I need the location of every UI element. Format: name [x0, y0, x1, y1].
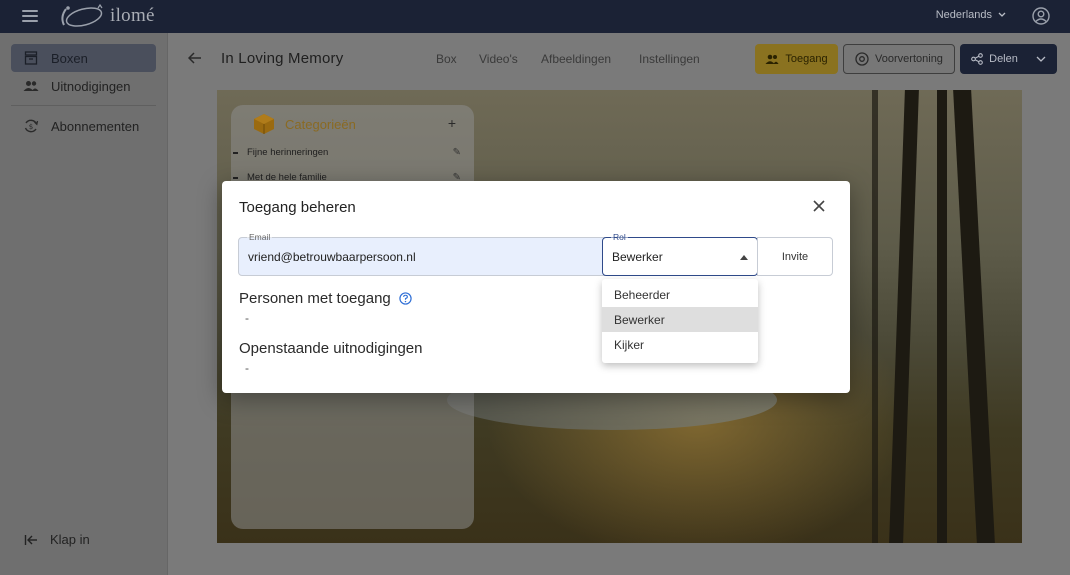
sidebar-item-abonnementen[interactable]: $ Abonnementen	[11, 112, 156, 140]
tab-instellingen[interactable]: Instellingen	[639, 52, 700, 66]
box-icon	[23, 50, 39, 66]
account-icon[interactable]	[1032, 7, 1050, 25]
caret-up-icon	[740, 255, 748, 260]
sidebar-item-boxen[interactable]: Boxen	[11, 44, 156, 72]
chevron-down-icon	[998, 12, 1006, 17]
share-button[interactable]: Delen	[960, 44, 1057, 74]
collapse-left-icon	[24, 534, 37, 545]
preview-button-label: Voorvertoning	[875, 53, 943, 65]
role-option-beheerder[interactable]: Beheerder	[602, 282, 758, 307]
role-label: Rol	[611, 232, 628, 242]
top-bar: ilomé Nederlands	[0, 0, 1070, 33]
email-value: vriend@betrouwbaarpersoon.nl	[248, 250, 416, 264]
page-header: In Loving Memory Box Video's Afbeeldinge…	[168, 33, 1070, 85]
role-value: Bewerker	[612, 250, 663, 264]
sidebar-divider	[11, 105, 156, 106]
role-select[interactable]: Rol Bewerker	[602, 232, 758, 276]
sidebar-item-label: Boxen	[51, 50, 88, 66]
categories-header: Categorieën	[253, 113, 356, 135]
back-arrow-icon[interactable]	[187, 51, 202, 69]
people-with-access-value: -	[245, 311, 249, 325]
people-with-access-title: Personen met toegang	[239, 290, 391, 307]
sidebar-item-label: Abonnementen	[51, 118, 140, 134]
categories-title: Categorieën	[285, 116, 356, 132]
box-3d-icon	[254, 114, 274, 134]
collapse-label: Klap in	[50, 532, 90, 547]
tree-trunk	[872, 90, 878, 543]
chevron-down-icon[interactable]	[1036, 56, 1046, 62]
page-title: In Loving Memory	[221, 50, 344, 67]
svg-text:$: $	[29, 123, 33, 131]
drag-handle-icon[interactable]	[233, 151, 238, 154]
email-label: Email	[247, 232, 273, 242]
logo-mark-icon	[61, 3, 103, 27]
tab-afbeeldingen[interactable]: Afbeeldingen	[541, 52, 611, 66]
invite-button[interactable]: Invite	[757, 237, 833, 276]
people-with-access-heading: Personen met toegang	[239, 290, 412, 307]
logo-text: ilomé	[110, 5, 155, 26]
subscription-icon: $	[23, 118, 39, 134]
tree-trunk	[937, 90, 947, 543]
language-label: Nederlands	[935, 9, 992, 21]
collapse-sidebar-button[interactable]: Klap in	[24, 532, 90, 547]
preview-button[interactable]: Voorvertoning	[843, 44, 955, 74]
hamburger-icon[interactable]	[22, 8, 38, 24]
tree-trunk	[889, 90, 919, 543]
tab-videos[interactable]: Video's	[479, 52, 518, 66]
role-dropdown-menu: Beheerder Bewerker Kijker	[602, 279, 758, 363]
sidebar-item-label: Uitnodigingen	[51, 78, 131, 94]
edit-pencil-icon[interactable]: ✎	[453, 147, 461, 158]
category-item[interactable]: Fijne herinneringen ✎	[233, 147, 461, 158]
pending-invites-value: -	[245, 361, 249, 375]
tab-box[interactable]: Box	[436, 52, 457, 66]
logo[interactable]: ilomé	[54, 3, 155, 29]
people-icon	[23, 78, 39, 94]
pending-invites-title: Openstaande uitnodigingen	[239, 340, 423, 357]
share-icon	[971, 53, 983, 65]
category-label: Fijne herinneringen	[247, 147, 329, 158]
drag-handle-icon[interactable]	[233, 176, 238, 179]
share-button-label: Delen	[989, 53, 1018, 65]
eye-icon	[855, 52, 869, 66]
dialog-title: Toegang beheren	[239, 199, 356, 216]
close-icon[interactable]	[811, 198, 827, 214]
people-icon	[765, 54, 779, 64]
access-button-label: Toegang	[785, 53, 828, 65]
email-field[interactable]: Email vriend@betrouwbaarpersoon.nl	[238, 232, 605, 276]
role-option-kijker[interactable]: Kijker	[602, 332, 758, 357]
access-button[interactable]: Toegang	[755, 44, 838, 74]
role-option-bewerker[interactable]: Bewerker	[602, 307, 758, 332]
sidebar-item-uitnodigingen[interactable]: Uitnodigingen	[11, 72, 156, 100]
language-select[interactable]: Nederlands	[936, 9, 1006, 21]
add-category-icon[interactable]: +	[448, 115, 456, 131]
help-icon[interactable]	[399, 292, 412, 305]
tree-trunk	[953, 90, 995, 543]
